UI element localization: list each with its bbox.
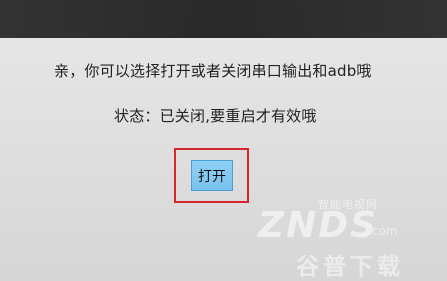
top-bar — [0, 0, 447, 38]
open-button[interactable]: 打开 — [191, 160, 233, 191]
tv-screen: 亲，你可以选择打开或者关闭串口输出和adb哦 状态：已关闭,要重启才有效哦 打开… — [0, 0, 447, 280]
info-message: 亲，你可以选择打开或者关闭串口输出和adb哦 — [54, 62, 372, 80]
watermark-logo: ZNDS — [258, 205, 379, 246]
status-text: 状态：已关闭,要重启才有效哦 — [114, 107, 317, 125]
watermark-domain: .com — [368, 224, 398, 238]
watermark-site: 谷普下载 — [296, 254, 404, 280]
